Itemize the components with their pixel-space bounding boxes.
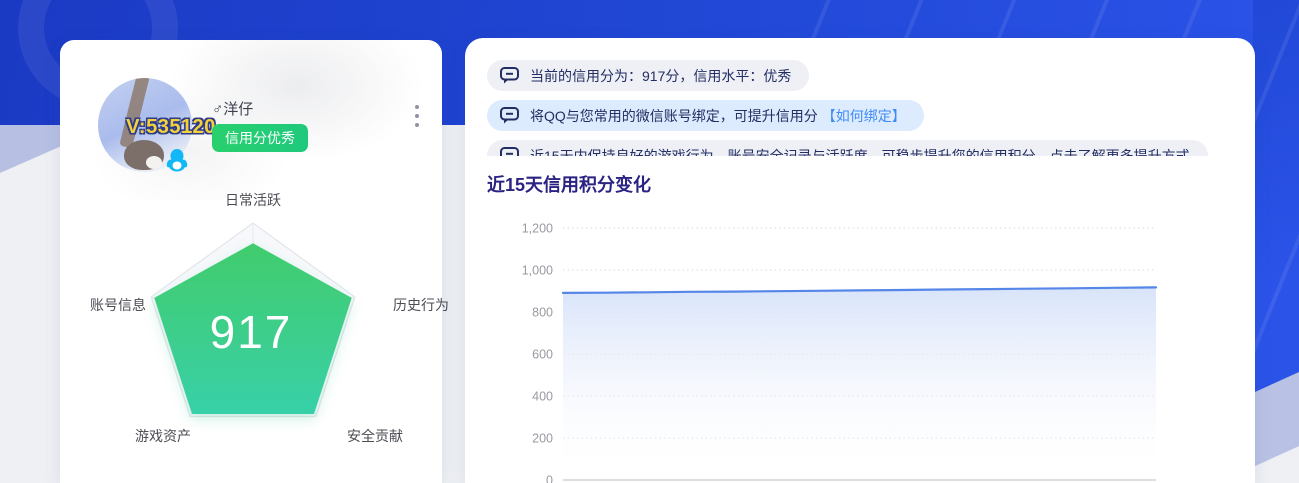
message-text: 将QQ与您常用的微信账号绑定，可提升信用分 【如何绑定】 <box>530 106 906 126</box>
message-text: 近15天内保持良好的游戏行为、账号安全记录与活跃度，可稳步提升您的信用积分，点击… <box>530 147 1190 157</box>
y-axis-tick-label: 800 <box>532 306 553 320</box>
message-pill: 将QQ与您常用的微信账号绑定，可提升信用分 【如何绑定】 <box>487 100 924 131</box>
message-pill: 当前的信用分为：917分，信用水平：优秀 <box>487 60 810 91</box>
decorative-wedge-left <box>0 125 60 173</box>
kebab-menu-button[interactable] <box>411 101 423 131</box>
credit-score-line-chart: 0 200 400 600 800 1,000 1,200 <box>522 222 1158 483</box>
message-list: 当前的信用分为：917分，信用水平：优秀 将QQ与您常用的微信账号绑定，可提升信… <box>487 60 1235 156</box>
chat-bubble-icon <box>500 107 519 124</box>
y-axis-tick-label: 600 <box>532 348 553 362</box>
y-axis-tick-label: 1,200 <box>522 222 553 236</box>
decorative-wave-streaks <box>1253 0 1299 398</box>
credit-detail-card: 当前的信用分为：917分，信用水平：优秀 将QQ与您常用的微信账号绑定，可提升信… <box>465 38 1255 483</box>
credit-level-badge: 信用分优秀 <box>212 124 308 152</box>
qq-penguin-icon <box>166 149 188 172</box>
credit-score-value: 917 <box>209 306 293 358</box>
header-right-extension <box>1253 0 1299 398</box>
y-axis-tick-label: 0 <box>546 474 553 483</box>
how-to-bind-link[interactable]: 【如何绑定】 <box>822 108 906 124</box>
chat-bubble-icon <box>500 67 519 84</box>
message-text: 将QQ与您常用的微信账号绑定，可提升信用分 <box>530 107 818 124</box>
username: ♂洋仔 <box>212 101 254 118</box>
profile-card: V:535120 ♂洋仔 信用分优秀 日常活跃 历史行为 安全贡献 游戏资产 账… <box>60 40 449 483</box>
avatar-art <box>124 140 164 170</box>
y-axis-tick-label: 200 <box>532 432 553 446</box>
y-axis-tick-label: 400 <box>532 390 553 404</box>
chat-bubble-icon <box>500 147 519 156</box>
message-pill-clipped: 近15天内保持良好的游戏行为、账号安全记录与活跃度，可稳步提升您的信用积分，点击… <box>487 140 1208 156</box>
message-text: 当前的信用分为：917分，信用水平：优秀 <box>530 67 792 84</box>
y-axis-tick-label: 1,000 <box>522 264 553 278</box>
